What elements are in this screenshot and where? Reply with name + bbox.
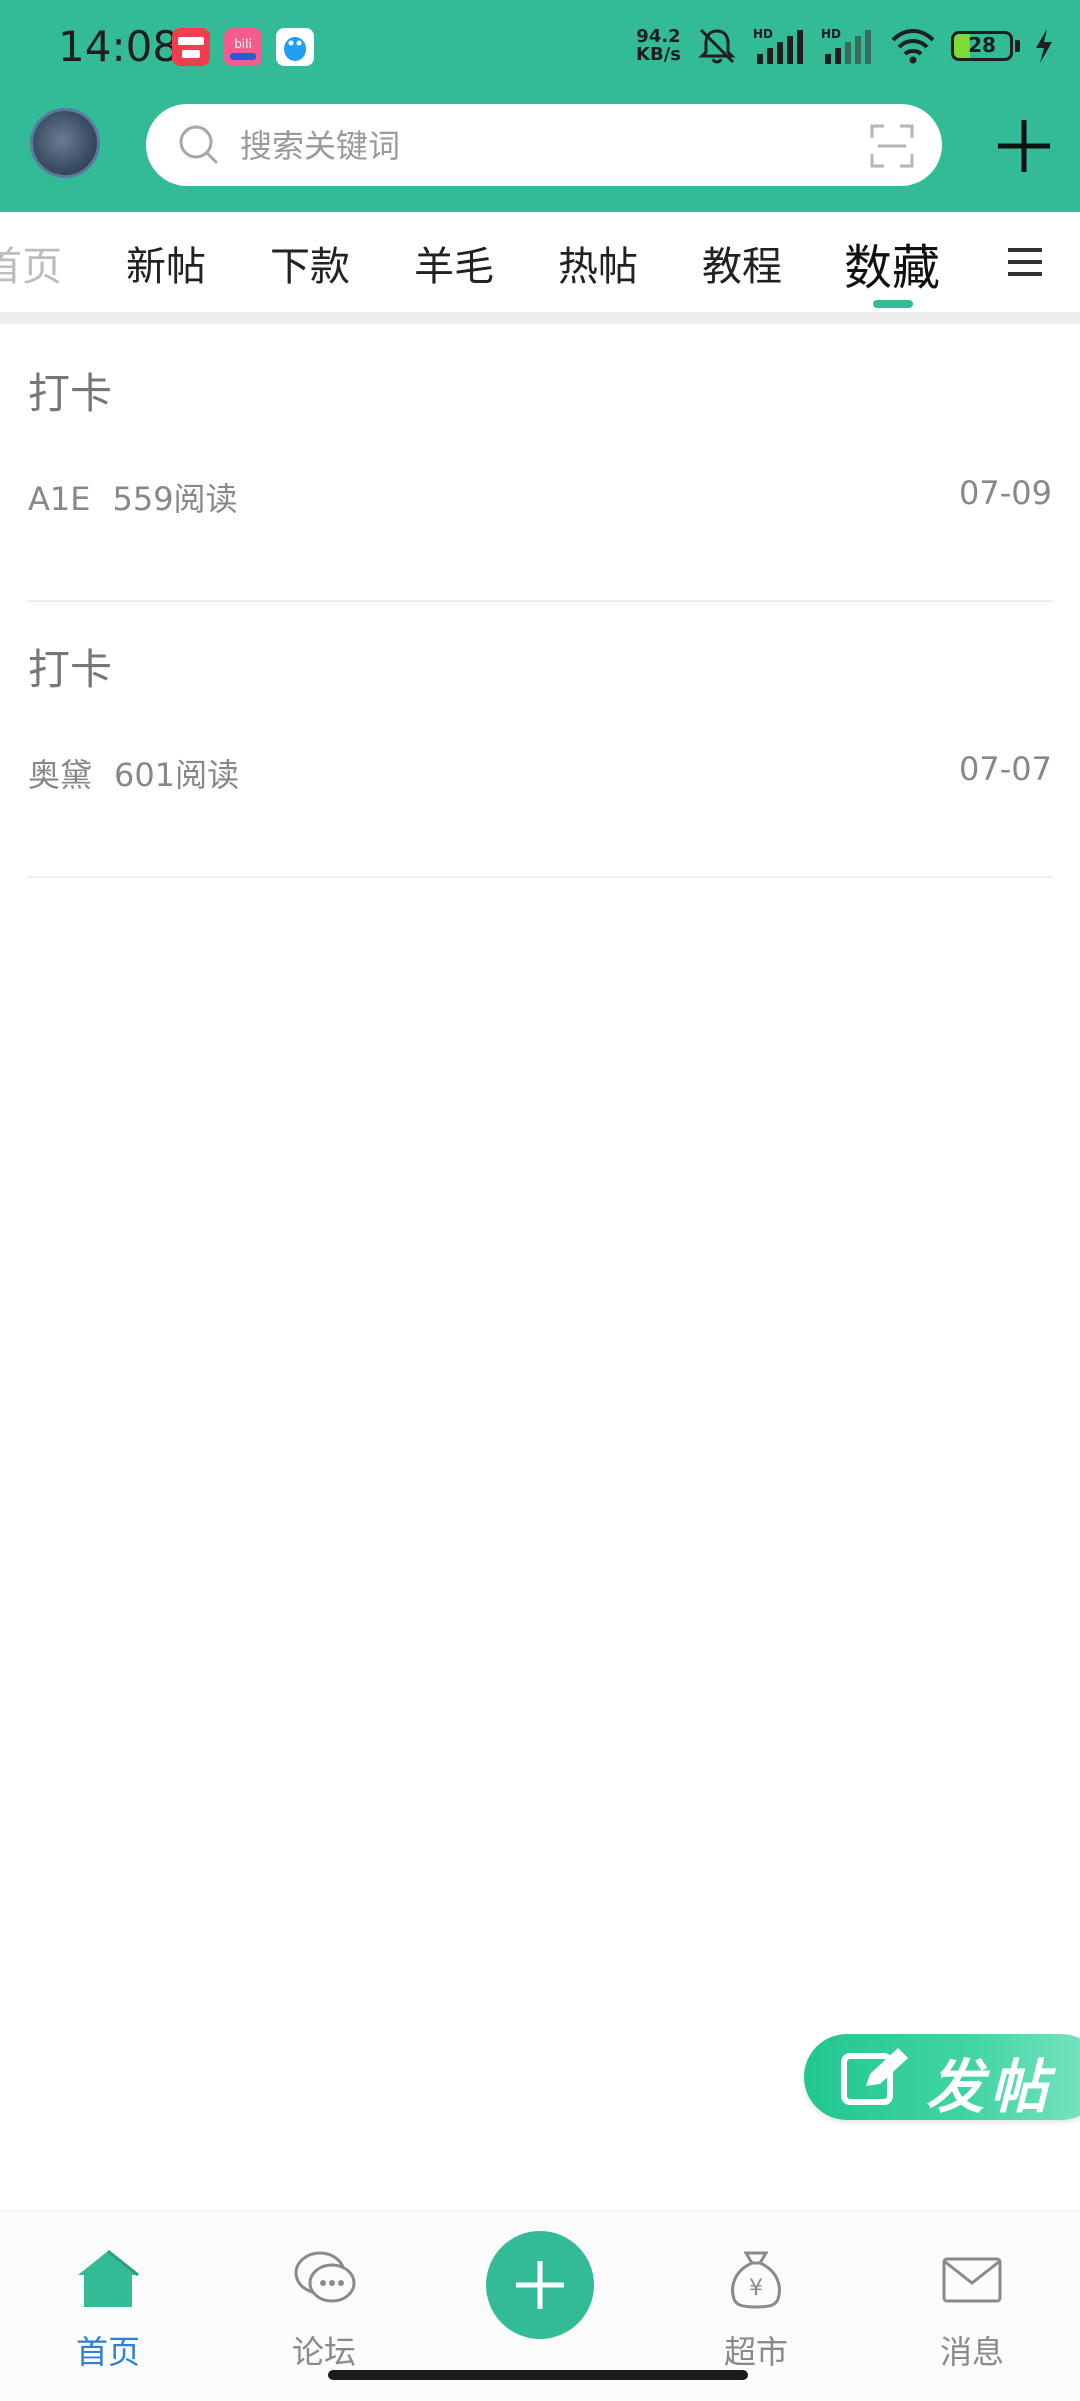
nav-forum-label: 论坛 [291,2333,356,2371]
menu-icon[interactable] [1004,242,1046,282]
tab-home[interactable]: 首页 [0,234,62,292]
category-tabs: 首页 新帖 下款 羊毛 热帖 教程 数藏 [0,212,1080,312]
tab-new-posts[interactable]: 新帖 [126,234,206,292]
status-time: 14:08 [58,22,180,71]
list-item[interactable]: 打卡 奥黛 601阅读 07-07 [28,600,1052,878]
gesture-home-bar[interactable] [328,2370,748,2380]
app-qq-icon [276,28,314,66]
battery-icon: 28 [951,31,1020,61]
search-icon [179,125,218,164]
post-meta: 奥黛 601阅读 [28,750,261,796]
plus-icon [516,2261,564,2309]
search-bar[interactable] [146,104,942,188]
money-bag-icon: ¥ [731,2251,781,2309]
battery-level: 28 [968,33,996,57]
tab-hot-posts[interactable]: 热帖 [558,234,638,292]
wifi-icon [891,29,935,64]
mail-icon [942,2257,1002,2303]
post-reads: 601阅读 [114,756,240,794]
tab-loans[interactable]: 下款 [270,234,350,292]
mute-bell-icon [698,28,736,64]
nav-messages-label: 消息 [939,2333,1004,2371]
avatar[interactable] [30,108,100,178]
app-header: 14:08 bili 94.2 KB/s HD HD 28 搜索关键词 [0,0,1080,212]
post-title: 打卡 [28,369,113,418]
svg-text:HD: HD [821,27,841,41]
svg-text:HD: HD [753,27,773,41]
tab-active-indicator [873,300,913,308]
nav-market-label: 超市 [723,2333,788,2371]
status-indicators: 94.2 KB/s HD HD 28 [636,26,1054,66]
new-post-label: 发帖 [926,2053,1055,2121]
app-bilibili-icon: bili [224,28,262,66]
post-title: 打卡 [28,645,113,694]
tab-tutorials[interactable]: 教程 [702,234,782,292]
svg-text:bili: bili [234,37,252,51]
post-meta: A1E 559阅读 [28,474,260,520]
charging-bolt-icon [1036,29,1052,63]
signal-hd-icon: HD [753,27,803,64]
nav-home-label: 首页 [75,2333,140,2371]
scan-icon[interactable] [870,124,914,168]
search-input[interactable] [238,104,802,188]
tab-deals[interactable]: 羊毛 [414,234,494,292]
post-author: A1E [28,480,91,518]
post-author: 奥黛 [28,756,93,794]
tab-digital-collectibles[interactable]: 数藏 [844,228,940,298]
post-reads: 559阅读 [112,480,238,518]
tabs-divider [0,312,1080,324]
chat-bubbles-icon [294,2251,356,2303]
status-notification-apps: bili [172,28,314,66]
signal-hd-icon: HD [821,27,871,64]
nav-create-button[interactable] [486,2231,594,2339]
app-red-icon [172,28,210,66]
list-item[interactable]: 打卡 A1E 559阅读 07-09 [28,324,1052,602]
post-date: 07-07 [959,750,1052,788]
svg-text:¥: ¥ [749,2276,763,2301]
network-speed: 94.2 KB/s [636,28,681,64]
new-post-button[interactable]: 发帖 [804,2034,1080,2121]
post-date: 07-09 [959,474,1052,512]
network-speed-unit: KB/s [636,44,681,65]
home-icon [78,2249,139,2307]
plus-icon[interactable] [996,118,1052,174]
edit-icon [841,2048,908,2105]
